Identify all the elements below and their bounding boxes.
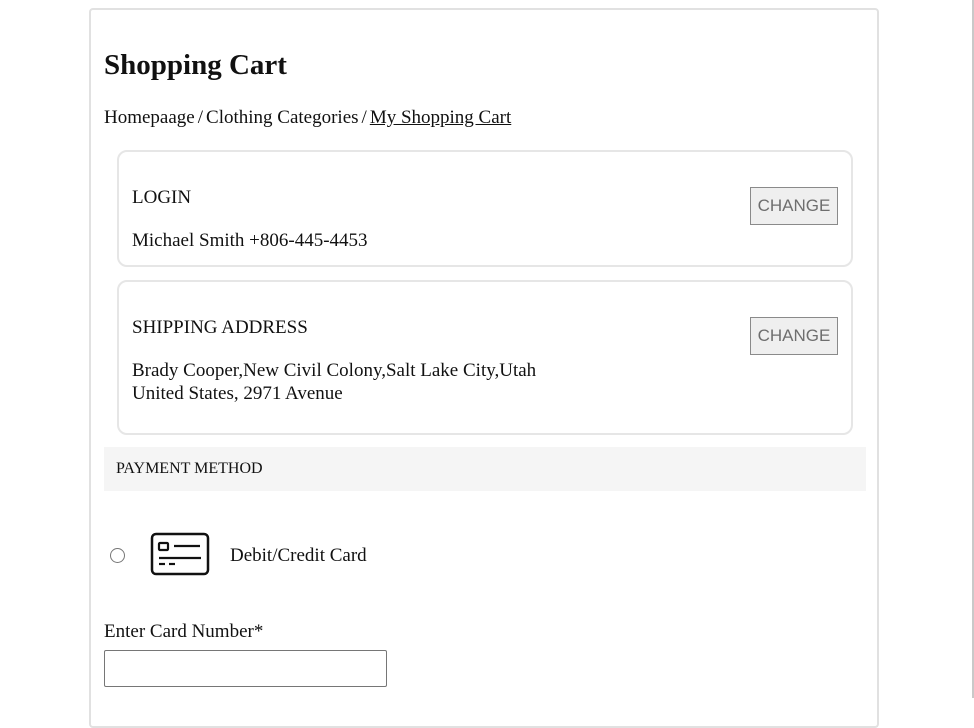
shipping-address-line: United States, 2971 Avenue (132, 383, 343, 404)
card-number-label: Enter Card Number* (104, 621, 264, 642)
debit-credit-card-label[interactable]: Debit/Credit Card (230, 544, 367, 568)
payment-method-heading: PAYMENT METHOD (116, 460, 263, 477)
breadcrumb-home-link[interactable]: Homepaage (104, 107, 195, 128)
credit-card-icon (150, 532, 210, 576)
change-login-button[interactable]: CHANGE (750, 187, 838, 225)
shipping-address-line: Brady Cooper,New Civil Colony,Salt Lake … (132, 360, 537, 381)
shipping-address: Brady Cooper,New Civil Colony,Salt Lake … (132, 359, 536, 405)
breadcrumb-separator: / (197, 107, 204, 128)
shipping-section: SHIPPING ADDRESS Brady Cooper,New Civil … (117, 280, 853, 435)
login-heading: LOGIN (132, 187, 192, 208)
breadcrumb-separator: / (361, 107, 367, 128)
payment-method-header: PAYMENT METHOD (104, 447, 866, 491)
breadcrumb-categories-link[interactable]: Clothing Categories (206, 107, 359, 128)
debit-credit-card-radio[interactable] (110, 548, 125, 563)
page-title: Shopping Cart (104, 49, 287, 81)
change-shipping-button[interactable]: CHANGE (750, 317, 838, 355)
login-details: Michael Smith +806-445-4453 (132, 230, 368, 251)
shipping-heading: SHIPPING ADDRESS (132, 317, 308, 338)
card-number-input[interactable] (104, 650, 387, 687)
login-section: LOGIN Michael Smith +806-445-4453 CHANGE (117, 150, 853, 267)
breadcrumb: Homepaage / Clothing Categories / My Shoppin… (104, 106, 511, 130)
breadcrumb-current-link[interactable]: My Shopping Cart (370, 107, 511, 128)
